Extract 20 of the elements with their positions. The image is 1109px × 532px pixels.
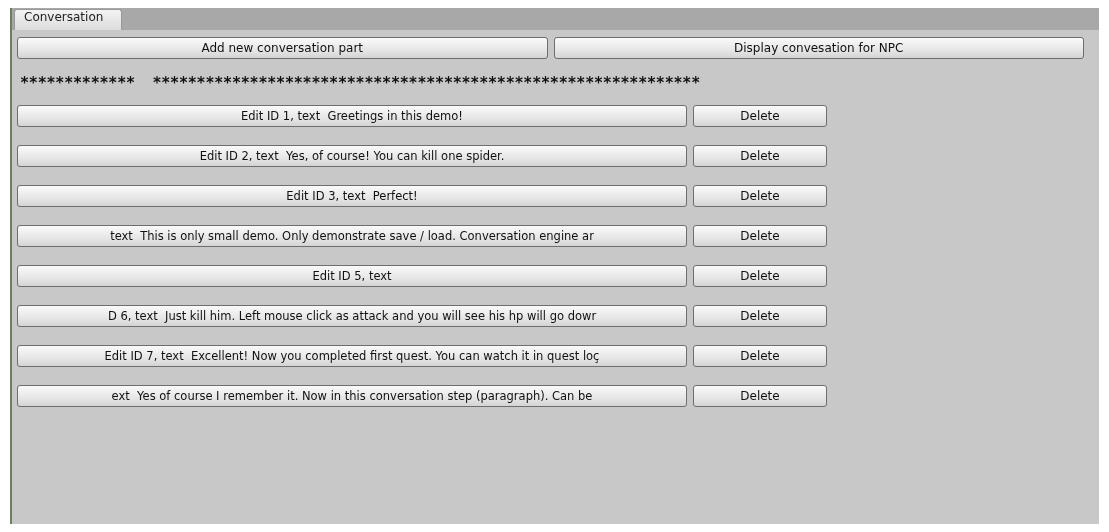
delete-button[interactable]: Delete bbox=[693, 305, 827, 327]
delete-button[interactable]: Delete bbox=[693, 185, 827, 207]
delete-button[interactable]: Delete bbox=[693, 345, 827, 367]
edit-button[interactable]: Edit ID 3, text Perfect! bbox=[17, 185, 687, 207]
delete-button[interactable]: Delete bbox=[693, 105, 827, 127]
delete-button[interactable]: Delete bbox=[693, 225, 827, 247]
asterisk-label: ************* ************************************************************** bbox=[20, 75, 700, 91]
delete-button[interactable]: Delete bbox=[693, 385, 827, 407]
edit-button[interactable]: ext Yes of course I remember it. Now in this conversation step (paragraph). Can be bbox=[17, 385, 687, 407]
edit-button[interactable]: Edit ID 5, text bbox=[17, 265, 687, 287]
delete-button[interactable]: Delete bbox=[693, 265, 827, 287]
tab[interactable]: Conversation bbox=[14, 9, 123, 30]
edit-button[interactable]: Edit ID 7, text Excellent! Now you completed first quest. You can watch it in quest loç bbox=[17, 345, 687, 367]
edit-button[interactable]: Edit ID 2, text Yes, of course! You can kill one spider. bbox=[17, 145, 687, 167]
edit-button[interactable]: D 6, text Just kill him. Left mouse click as attack and you will see his hp will go dowr bbox=[17, 305, 687, 327]
edit-button[interactable]: text This is only small demo. Only demonstrate save / load. Conversation engine ar bbox=[17, 225, 687, 247]
delete-button[interactable]: Delete bbox=[693, 145, 827, 167]
add-button[interactable]: Add new conversation part bbox=[17, 37, 548, 59]
display-button[interactable]: Display convesation for NPC bbox=[553, 37, 1084, 59]
edit-button[interactable]: Edit ID 1, text Greetings in this demo! bbox=[17, 105, 687, 127]
